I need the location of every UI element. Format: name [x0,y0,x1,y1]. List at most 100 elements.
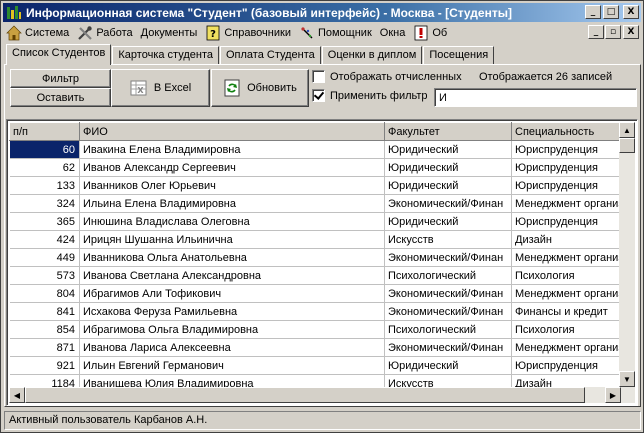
fio-cell[interactable]: Ильин Евгений Германович [79,356,385,375]
scroll-up-arrow-icon[interactable]: ▲ [619,122,635,138]
apply-filter-box[interactable] [312,89,325,102]
tab-diploma-grades[interactable]: Оценки в диплом [321,46,423,64]
scroll-left-arrow-icon[interactable]: ◀ [9,387,25,403]
column-header-fio[interactable]: ФИО [79,122,385,141]
scroll-right-arrow-icon[interactable]: ▶ [605,387,621,403]
faculty-cell[interactable]: Экономический/Финан [384,284,512,303]
fio-cell[interactable]: Инюшина Владислава Олеговна [79,212,385,231]
specialty-cell[interactable]: Юриспруденция [511,140,628,159]
menu-about[interactable]: Об [410,24,452,42]
faculty-cell[interactable]: Искусств [384,230,512,249]
faculty-cell[interactable]: Экономический/Финан [384,338,512,357]
fio-cell[interactable]: Иванова Лариса Алексеевна [79,338,385,357]
mdi-restore-button[interactable]: ▫ [605,25,621,39]
fio-cell[interactable]: Исхакова Феруза Рамильевна [79,302,385,321]
menu-documents[interactable]: Документы [138,24,203,42]
table-row[interactable]: 573 Иванова Светлана Александровна Психоло… [9,266,628,285]
mdi-minimize-button[interactable]: _ [588,25,604,39]
specialty-cell[interactable]: Менеджмент организ [511,338,628,357]
tab-attendance[interactable]: Посещения [423,46,495,64]
specialty-cell[interactable]: Менеджмент организ [511,284,628,303]
fio-cell[interactable]: Иванов Александр Сергеевич [79,158,385,177]
menu-windows[interactable]: Окна [377,24,411,42]
table-row[interactable]: 324 Ильина Елена Владимировна Экономически… [9,194,628,213]
excel-button[interactable]: X В Excel [111,69,210,107]
specialty-cell[interactable]: Менеджмент организ [511,194,628,213]
tab-student-payment[interactable]: Оплата Студента [219,46,321,64]
specialty-cell[interactable]: Психология [511,320,628,339]
tab-student-card[interactable]: Карточка студента [112,46,219,64]
show-expelled-box[interactable] [312,70,325,83]
row-number-cell[interactable]: 133 [9,176,80,195]
fio-cell[interactable]: Ильина Елена Владимировна [79,194,385,213]
specialty-cell[interactable]: Психология [511,266,628,285]
menu-assistant[interactable]: Помощник [296,24,377,42]
table-row[interactable]: 804 Ибрагимов Али Тофикович Экономический/… [9,284,628,303]
specialty-cell[interactable]: Дизайн [511,230,628,249]
menu-references[interactable]: ? Справочники [202,24,296,42]
menu-system[interactable]: Система [3,24,74,42]
faculty-cell[interactable]: Психологический [384,320,512,339]
filter-button[interactable]: Фильтр [10,69,111,88]
table-row[interactable]: 449 Иванникова Ольга Анатольевна Экономиче… [9,248,628,267]
horizontal-scroll-thumb[interactable] [25,387,585,403]
row-number-cell[interactable]: 62 [9,158,80,177]
vertical-scrollbar[interactable]: ▲ ▼ [619,122,635,403]
scroll-down-arrow-icon[interactable]: ▼ [619,371,635,387]
title-bar[interactable]: Информационная система "Студент" (базовы… [3,3,641,22]
row-number-cell[interactable]: 573 [9,266,80,285]
menu-work[interactable]: Работа [74,24,137,42]
table-row[interactable]: 424 Ирицян Шушанна Ильинична Искусств Дизай… [9,230,628,249]
show-expelled-checkbox[interactable]: Отображать отчисленных [312,70,462,83]
column-header-specialty[interactable]: Специальность [510,122,628,141]
table-row[interactable]: 854 Ибрагимова Ольга Владимировна Психолог… [9,320,628,339]
specialty-cell[interactable]: Менеджмент организ [511,248,628,267]
specialty-cell[interactable]: Юриспруденция [511,176,628,195]
faculty-cell[interactable]: Экономический/Финан [384,302,512,321]
faculty-cell[interactable]: Юридический [384,158,512,177]
row-number-cell[interactable]: 365 [9,212,80,231]
row-number-cell[interactable]: 921 [9,356,80,375]
close-button[interactable]: X [623,5,639,19]
specialty-cell[interactable]: Юриспруденция [511,356,628,375]
fio-cell[interactable]: Ибрагимов Али Тофикович [79,284,385,303]
column-header-num[interactable]: п/п [9,122,80,141]
mdi-close-button[interactable]: X [623,25,639,39]
column-header-faculty[interactable]: Факультет [384,122,512,141]
apply-filter-checkbox[interactable]: Применить фильтр [312,89,428,102]
reset-button[interactable]: Оставить [10,88,111,107]
row-number-cell[interactable]: 424 [9,230,80,249]
table-row[interactable]: 921 Ильин Евгений Германович Юридический Юр… [9,356,628,375]
row-number-cell[interactable]: 60 [9,140,80,159]
fio-cell[interactable]: Ирицян Шушанна Ильинична [79,230,385,249]
faculty-cell[interactable]: Юридический [384,140,512,159]
specialty-cell[interactable]: Юриспруденция [511,212,628,231]
faculty-cell[interactable]: Юридический [384,176,512,195]
table-row[interactable]: 841 Исхакова Феруза Рамильевна Экономическ… [9,302,628,321]
faculty-cell[interactable]: Юридический [384,212,512,231]
vertical-scroll-thumb[interactable] [619,138,635,153]
fio-cell[interactable]: Иванова Светлана Александровна [79,266,385,285]
row-number-cell[interactable]: 854 [9,320,80,339]
row-number-cell[interactable]: 804 [9,284,80,303]
fio-cell[interactable]: Иванникова Ольга Анатольевна [79,248,385,267]
table-row[interactable]: 60 Ивакина Елена Владимировна Юридический Ю… [9,140,628,159]
row-number-cell[interactable]: 449 [9,248,80,267]
minimize-button[interactable]: _ [585,5,601,19]
horizontal-scrollbar[interactable]: ◀ ▶ [9,387,621,403]
faculty-cell[interactable]: Психологический [384,266,512,285]
maximize-button[interactable]: □ [603,5,619,19]
row-number-cell[interactable]: 324 [9,194,80,213]
row-number-cell[interactable]: 871 [9,338,80,357]
specialty-cell[interactable]: Юриспруденция [511,158,628,177]
refresh-button[interactable]: Обновить [211,69,309,107]
fio-cell[interactable]: Ивакина Елена Владимировна [79,140,385,159]
faculty-cell[interactable]: Экономический/Финан [384,194,512,213]
fio-cell[interactable]: Ибрагимова Ольга Владимировна [79,320,385,339]
table-row[interactable]: 365 Инюшина Владислава Олеговна Юридически… [9,212,628,231]
faculty-cell[interactable]: Экономический/Финан [384,248,512,267]
faculty-cell[interactable]: Юридический [384,356,512,375]
row-number-cell[interactable]: 841 [9,302,80,321]
table-row[interactable]: 133 Иванников Олег Юрьевич Юридический Юрис… [9,176,628,195]
table-row[interactable]: 62 Иванов Александр Сергеевич Юридический Ю… [9,158,628,177]
